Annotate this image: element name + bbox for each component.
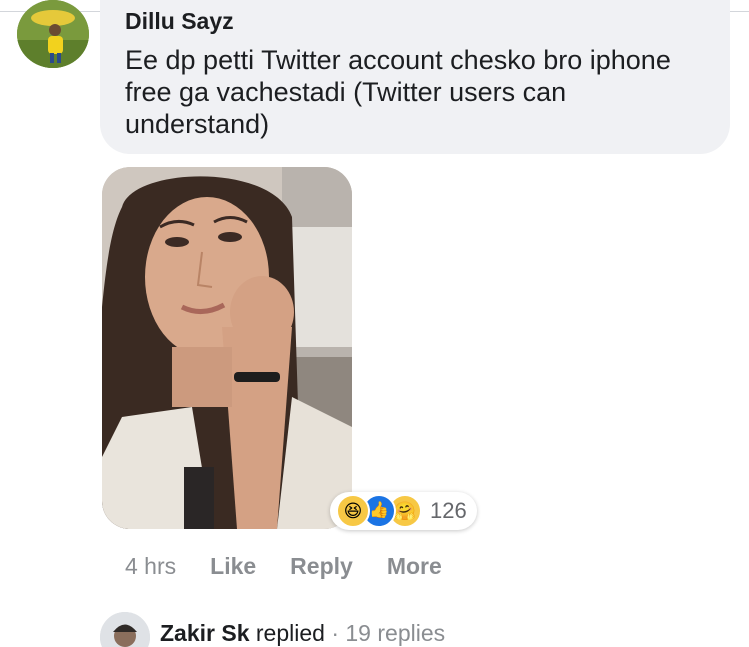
- comment-author[interactable]: Dillu Sayz: [125, 8, 234, 35]
- reply-button[interactable]: Reply: [290, 553, 353, 580]
- reply-avatar[interactable]: [100, 612, 150, 647]
- comment-thread: Dillu Sayz Ee dp petti Twitter account c…: [0, 0, 749, 647]
- comment-timestamp[interactable]: 4 hrs: [125, 553, 176, 580]
- avatar[interactable]: [17, 0, 89, 68]
- like-button[interactable]: Like: [210, 553, 256, 580]
- reply-count[interactable]: 19 replies: [345, 620, 445, 646]
- reactions-summary[interactable]: 😆 👍 🤗 126: [330, 492, 477, 530]
- comment-text: Ee dp petti Twitter account chesko bro i…: [125, 45, 671, 139]
- reply-author[interactable]: Zakir Sk: [160, 620, 250, 646]
- comment-photo[interactable]: [102, 167, 352, 529]
- reply-separator: ·: [331, 620, 339, 646]
- more-button[interactable]: More: [387, 553, 442, 580]
- reply-preview[interactable]: Zakir Sk replied · 19 replies: [160, 620, 445, 647]
- reply-verb: replied: [255, 620, 325, 646]
- haha-icon: 😆: [336, 494, 370, 528]
- comment-actions: 4 hrs Like Reply More: [125, 551, 476, 581]
- reaction-count: 126: [430, 498, 467, 523]
